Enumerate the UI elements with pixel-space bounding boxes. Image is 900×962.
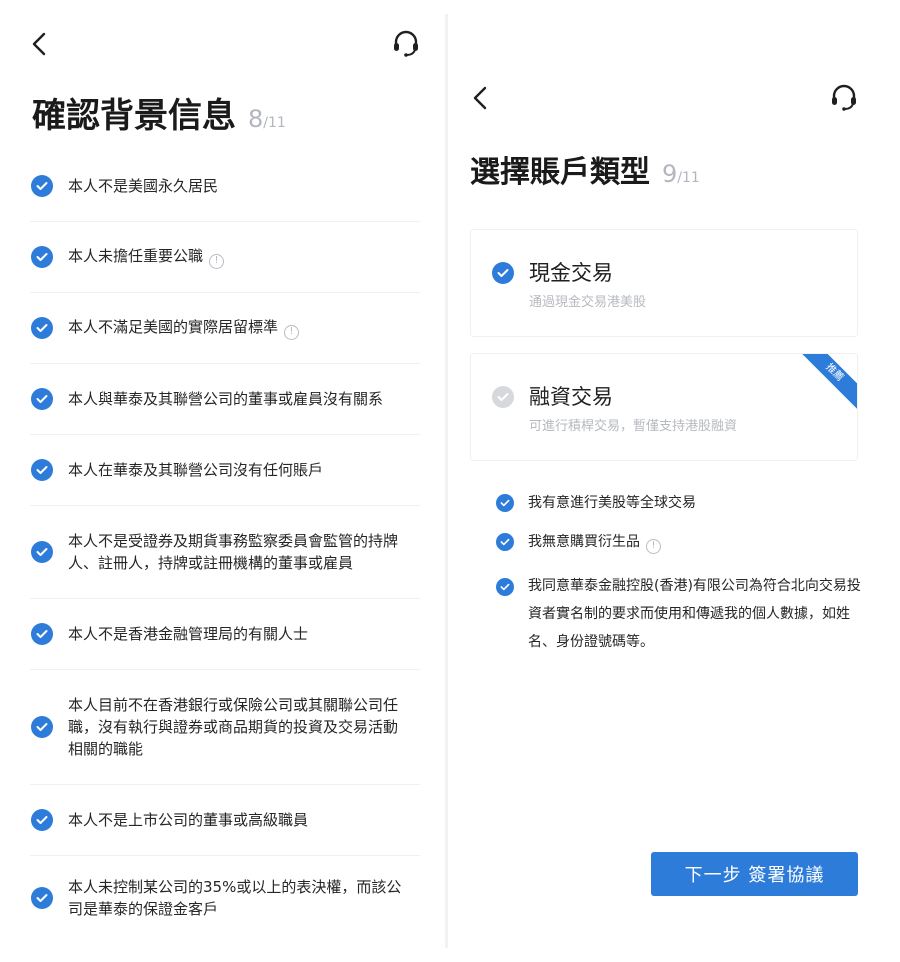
checklist-item[interactable]: 本人目前不在香港銀行或保險公司或其關聯公司任職，沒有執行與證券或商品期貨的投資及… bbox=[30, 670, 420, 785]
check-circle-icon bbox=[31, 541, 53, 563]
check-circle-icon bbox=[496, 494, 514, 512]
check-circle-icon bbox=[31, 623, 53, 645]
check-circle-icon bbox=[31, 175, 53, 197]
back-arrow-icon[interactable] bbox=[468, 84, 492, 112]
page-title-text: 選擇賬戶類型 bbox=[470, 155, 650, 190]
checklist-item-text: 本人未擔任重要公職 bbox=[68, 247, 204, 266]
step-total: /11 bbox=[677, 170, 700, 186]
next-sign-agreement-button[interactable]: 下一步 簽署協議 bbox=[651, 852, 858, 896]
checklist-item[interactable]: 本人與華泰及其聯營公司的董事或雇員沒有關系 bbox=[30, 364, 420, 435]
agreement-text: 我同意華泰金融控股(香港)有限公司為符合北向交易投資者實名制的要求而使用和傳遞我… bbox=[528, 577, 861, 650]
recommended-badge: 推薦 bbox=[795, 354, 857, 412]
checklist-item-text: 本人不是受證券及期貨事務監察委員會監管的持牌人、註冊人，持牌或註冊機構的董事或雇… bbox=[68, 532, 399, 572]
account-type-screen: 選擇賬戶類型 9/11 現金交易 通過現金交易港美股 融資交易 可進行積桿交易，暫… bbox=[448, 0, 900, 962]
check-circle-icon bbox=[31, 887, 53, 909]
account-card-cash[interactable]: 現金交易 通過現金交易港美股 bbox=[470, 229, 858, 337]
checklist-item-text: 本人與華泰及其聯營公司的董事或雇員沒有關系 bbox=[68, 390, 384, 408]
agreement-item[interactable]: 我無意購買衍生品! bbox=[496, 531, 866, 554]
step-current: 9 bbox=[662, 160, 678, 188]
agreement-text: 我無意購買衍生品 bbox=[528, 534, 640, 550]
checklist-item-text: 本人在華泰及其聯營公司沒有任何賬戶 bbox=[68, 461, 324, 479]
checklist-item[interactable]: 本人未控制某公司的35%或以上的表決權，而該公司是華泰的保證金客戶 bbox=[30, 856, 420, 940]
checklist-item[interactable]: 本人不是上市公司的董事或高級職員 bbox=[30, 785, 420, 856]
page-title: 選擇賬戶類型 9/11 bbox=[470, 147, 700, 191]
check-circle-icon bbox=[31, 246, 53, 268]
checklist-item-text: 本人不是美國永久居民 bbox=[68, 177, 219, 195]
agreement-item[interactable]: 我同意華泰金融控股(香港)有限公司為符合北向交易投資者實名制的要求而使用和傳遞我… bbox=[496, 572, 866, 656]
step-total: /11 bbox=[263, 115, 286, 131]
checklist-item[interactable]: 本人不滿足美國的實際居留標準! bbox=[30, 293, 420, 364]
info-icon[interactable]: ! bbox=[284, 324, 300, 340]
check-circle-icon bbox=[496, 577, 514, 596]
checklist-item[interactable]: 本人不是受證券及期貨事務監察委員會監管的持牌人、註冊人，持牌或註冊機構的董事或雇… bbox=[30, 506, 420, 599]
account-card-margin[interactable]: 融資交易 可進行積桿交易，暫僅支持港股融資 推薦 bbox=[470, 353, 858, 461]
check-circle-icon bbox=[31, 459, 53, 481]
unselected-check-icon bbox=[492, 386, 514, 408]
checklist-item[interactable]: 本人在華泰及其聯營公司沒有任何賬戶 bbox=[30, 435, 420, 506]
card-subtitle: 通過現金交易港美股 bbox=[529, 295, 647, 310]
checklist-item-text: 本人未控制某公司的35%或以上的表決權，而該公司是華泰的保證金客戶 bbox=[68, 878, 402, 918]
agreement-item[interactable]: 我有意進行美股等全球交易 bbox=[496, 492, 866, 513]
checklist-item[interactable]: 本人不是香港金融管理局的有關人士 bbox=[30, 599, 420, 670]
headset-icon[interactable] bbox=[390, 27, 422, 59]
back-arrow-icon[interactable] bbox=[26, 30, 52, 58]
checklist-item-text: 本人不滿足美國的實際居留標準 bbox=[68, 318, 279, 337]
check-circle-icon bbox=[31, 388, 53, 410]
card-subtitle: 可進行積桿交易，暫僅支持港股融資 bbox=[529, 419, 738, 434]
check-circle-icon bbox=[31, 317, 53, 339]
page-title-text: 確認背景信息 bbox=[32, 96, 236, 136]
checklist-item-text: 本人目前不在香港銀行或保險公司或其關聯公司任職，沒有執行與證券或商品期貨的投資及… bbox=[68, 696, 399, 758]
selected-check-icon bbox=[492, 262, 514, 284]
step-indicator: 9/11 bbox=[662, 155, 700, 190]
card-title: 現金交易 bbox=[529, 261, 613, 285]
page-title: 確認背景信息 8/11 bbox=[32, 88, 286, 137]
background-confirmation-screen: 確認背景信息 8/11 本人不是美國永久居民 本人未擔任重要公職! 本人不滿足美國的實… bbox=[0, 0, 445, 962]
checklist-item-text: 本人不是上市公司的董事或高級職員 bbox=[68, 811, 309, 829]
step-current: 8 bbox=[248, 105, 264, 133]
checklist-item[interactable]: 本人未擔任重要公職! bbox=[30, 222, 420, 293]
check-circle-icon bbox=[31, 809, 53, 831]
card-title: 融資交易 bbox=[529, 385, 613, 409]
agreement-text: 我有意進行美股等全球交易 bbox=[528, 495, 696, 511]
checklist-item-text: 本人不是香港金融管理局的有關人士 bbox=[68, 625, 309, 643]
info-icon[interactable]: ! bbox=[209, 253, 225, 269]
headset-icon[interactable] bbox=[828, 81, 860, 113]
agreement-list: 我有意進行美股等全球交易 我無意購買衍生品! 我同意華泰金融控股(香港)有限公司為符… bbox=[496, 492, 866, 674]
check-circle-icon bbox=[31, 716, 53, 738]
check-circle-icon bbox=[496, 533, 514, 551]
background-checklist: 本人不是美國永久居民 本人未擔任重要公職! 本人不滿足美國的實際居留標準! 本人與華泰… bbox=[30, 151, 420, 940]
step-indicator: 8/11 bbox=[248, 96, 286, 136]
checklist-item[interactable]: 本人不是美國永久居民 bbox=[30, 151, 420, 222]
info-icon[interactable]: ! bbox=[646, 538, 661, 554]
